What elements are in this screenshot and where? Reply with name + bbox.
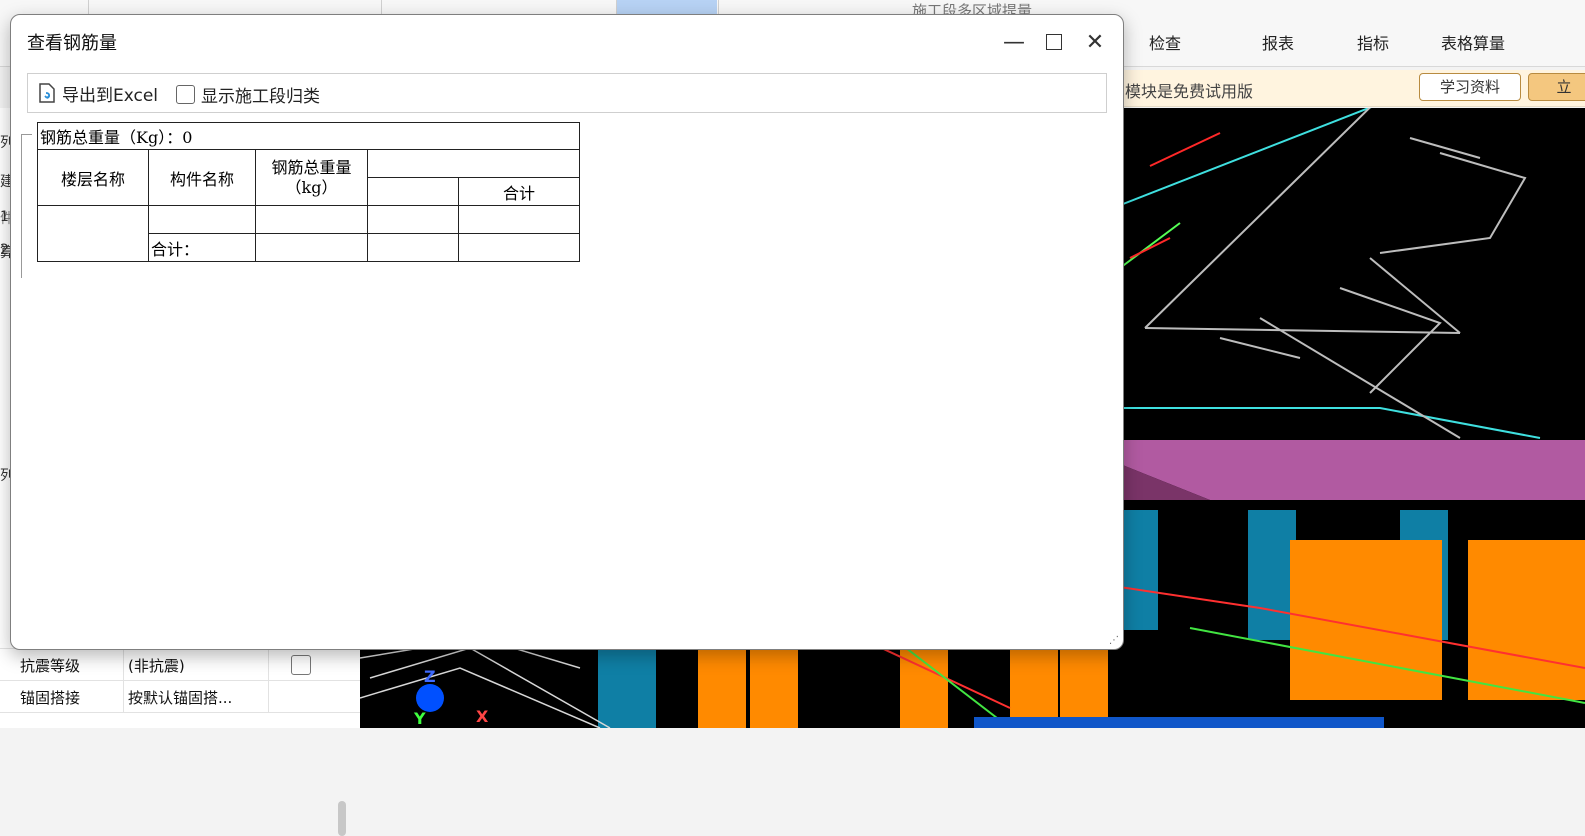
property-divider xyxy=(268,681,269,713)
show-stage-checkbox[interactable] xyxy=(176,85,195,104)
header-rebar-total-weight: 钢筋总重量 （kg） xyxy=(255,149,368,206)
property-divider xyxy=(123,681,124,713)
header-rebar-weight-line1: 钢筋总重量 xyxy=(271,157,352,177)
header-floor-name: 楼层名称 xyxy=(37,149,149,206)
property-checkbox[interactable] xyxy=(291,655,311,675)
show-stage-classification-toggle[interactable]: 显示施工段归类 xyxy=(176,82,320,107)
rebar-summary-table: 钢筋总重量（Kg）：0 楼层名称 构件名称 钢筋总重量 （kg） 合计 合计： xyxy=(37,122,580,262)
row-weight-cell xyxy=(255,205,368,234)
header-blank-top xyxy=(367,149,580,178)
axis-x-label: X xyxy=(476,707,489,726)
property-value[interactable]: (非抗震) xyxy=(128,655,185,676)
header-blank-sub xyxy=(367,177,459,206)
learning-materials-button[interactable]: 学习资料 xyxy=(1419,73,1521,101)
property-divider xyxy=(123,649,124,681)
ribbon-tab-1[interactable] xyxy=(88,0,379,14)
check-section-label[interactable]: 检查 xyxy=(1149,30,1181,54)
promo-text: 模块是免费试用版 xyxy=(1125,82,1254,101)
property-row[interactable]: 抗震等级 (非抗震) xyxy=(0,648,360,681)
minimize-icon[interactable]: — xyxy=(997,25,1031,59)
row-total-label: 合计： xyxy=(148,233,256,262)
axis-y-label: Y xyxy=(413,709,426,728)
dialog-toolbar: 导出到Excel 显示施工段归类 xyxy=(27,73,1107,113)
rebar-quantity-dialog[interactable]: 查看钢筋量 — ✕ 导出到Excel 显示施工段归类 钢筋总重量（Kg）：0 楼… xyxy=(10,14,1124,650)
property-divider xyxy=(268,649,269,681)
dialog-title: 查看钢筋量 xyxy=(27,33,117,54)
header-subtotal: 合计 xyxy=(458,177,580,206)
left-side-label: 1 xyxy=(0,209,9,225)
axis-z-label: Z xyxy=(424,667,436,686)
ribbon-tabs xyxy=(0,0,1585,14)
resize-grip-icon[interactable]: ⋰ xyxy=(1109,635,1121,647)
row-col4-cell xyxy=(367,205,459,234)
row-total-sum-cell xyxy=(458,233,580,262)
left-side-label: 2 xyxy=(0,242,9,258)
property-value[interactable]: 按默认锚固搭... xyxy=(128,687,232,708)
row-component-cell xyxy=(148,205,256,234)
table-quantity-section-label[interactable]: 表格算量 xyxy=(1441,30,1505,54)
export-excel-label: 导出到Excel xyxy=(62,85,159,106)
header-component-name: 构件名称 xyxy=(148,149,256,206)
property-row[interactable] xyxy=(0,712,360,729)
property-row[interactable]: 锚固搭接 按默认锚固搭... xyxy=(0,680,360,713)
close-icon[interactable]: ✕ xyxy=(1078,25,1112,59)
export-excel-button[interactable]: 导出到Excel xyxy=(38,81,159,106)
ribbon-tab-2[interactable] xyxy=(381,0,602,14)
total-weight-cell: 钢筋总重量（Kg）：0 xyxy=(37,122,580,150)
row-total-weight-cell xyxy=(255,233,368,262)
report-area: 钢筋总重量（Kg）：0 楼层名称 构件名称 钢筋总重量 （kg） 合计 合计： xyxy=(27,121,1105,631)
row-total-col4-cell xyxy=(367,233,459,262)
maximize-icon[interactable] xyxy=(1037,25,1071,59)
index-section-label[interactable]: 指标 xyxy=(1357,30,1389,54)
dialog-titlebar[interactable]: 查看钢筋量 — ✕ xyxy=(11,15,1123,69)
row-sum-cell xyxy=(458,205,580,234)
promo-secondary-button[interactable]: 立 xyxy=(1528,73,1585,101)
ribbon-tab-3[interactable] xyxy=(718,0,889,14)
show-stage-label: 显示施工段归类 xyxy=(201,87,320,107)
property-name: 锚固搭接 xyxy=(20,689,81,707)
ribbon-tab-active[interactable] xyxy=(616,0,717,14)
report-corner-frame xyxy=(21,134,32,278)
property-name: 抗震等级 xyxy=(20,657,81,675)
header-rebar-weight-line2: （kg） xyxy=(285,177,338,197)
export-file-icon xyxy=(38,83,56,103)
report-section-label[interactable]: 报表 xyxy=(1262,30,1294,54)
row-floor-cell xyxy=(37,205,149,262)
property-panel-scrollbar[interactable] xyxy=(338,801,346,836)
